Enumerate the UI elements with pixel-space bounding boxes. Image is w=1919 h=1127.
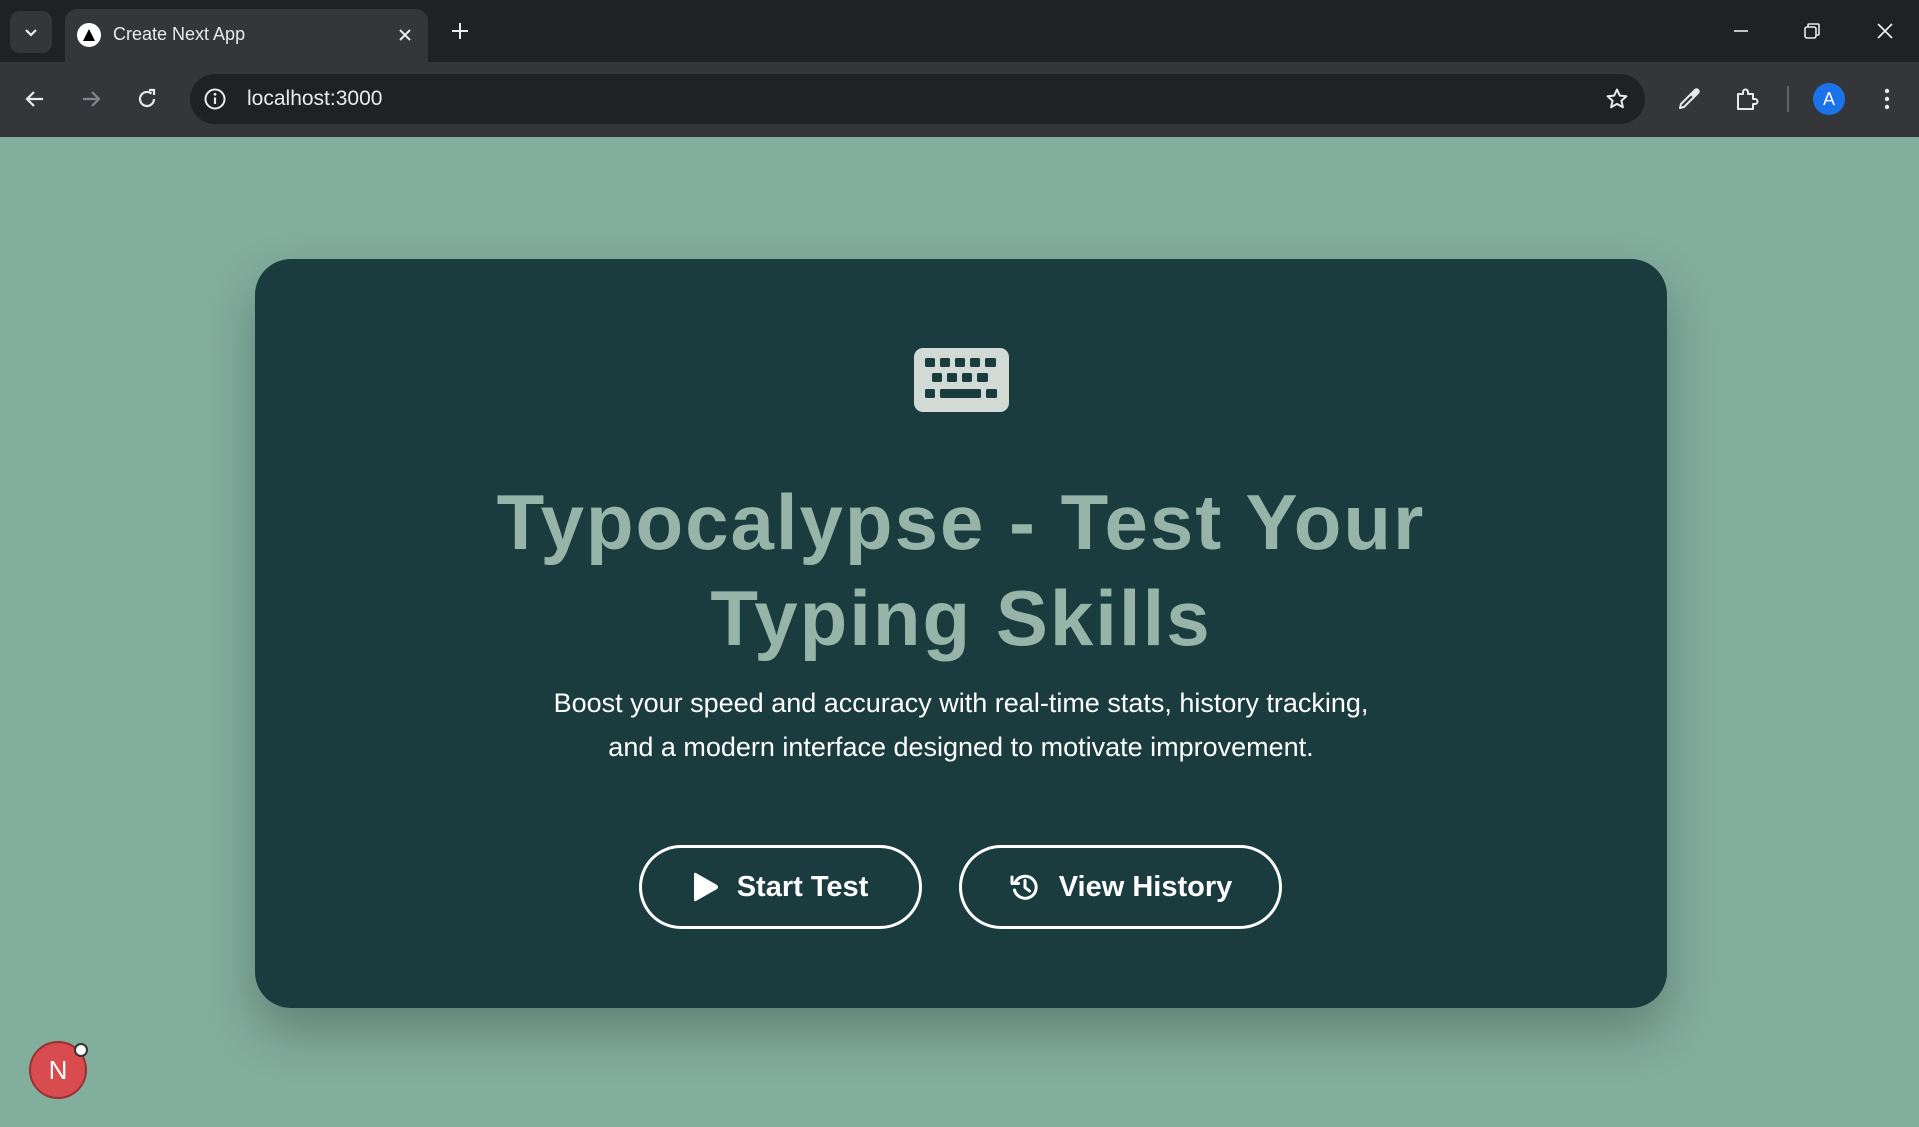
eyedropper-extension-icon[interactable]	[1671, 81, 1707, 117]
tab-search-button[interactable]	[10, 11, 52, 53]
hero-card: Typocalypse - Test Your Typing Skills Bo…	[255, 259, 1667, 1008]
page-subtitle-line-2: and a modern interface designed to motiv…	[608, 732, 1314, 762]
page-subtitle-line-1: Boost your speed and accuracy with real-…	[553, 688, 1369, 718]
tab-title: Create Next App	[113, 24, 246, 44]
browser-tab-strip: Create Next App	[0, 0, 1919, 62]
more-menu-icon[interactable]	[1869, 81, 1905, 117]
back-arrow-icon[interactable]	[17, 81, 53, 117]
view-history-button[interactable]: View History	[959, 845, 1282, 929]
close-tab-icon[interactable]	[392, 22, 418, 48]
chevron-down-icon	[25, 29, 37, 37]
history-icon	[1010, 874, 1038, 900]
url-text[interactable]: localhost:3000	[247, 87, 382, 111]
nextjs-favicon-icon	[77, 23, 101, 47]
view-history-label: View History	[1058, 870, 1233, 903]
nextjs-dev-indicator-dot	[74, 1043, 88, 1057]
profile-avatar[interactable]: A	[1813, 83, 1845, 115]
new-tab-icon[interactable]	[446, 17, 474, 45]
start-test-button[interactable]: Start Test	[639, 845, 922, 929]
browser-toolbar: localhost:3000 A	[0, 62, 1919, 137]
page-title: Typocalypse - Test Your Typing Skills	[335, 474, 1587, 666]
page-title-line-2: Typing Skills	[710, 574, 1212, 662]
minimize-icon[interactable]	[1721, 14, 1761, 48]
site-info-icon[interactable]	[202, 86, 228, 112]
browser-tab[interactable]: Create Next App	[65, 9, 428, 62]
extensions-puzzle-icon[interactable]	[1729, 81, 1765, 117]
keyboard-icon	[914, 348, 1009, 412]
reload-icon[interactable]	[129, 81, 165, 117]
forward-arrow-icon[interactable]	[73, 81, 109, 117]
play-icon	[693, 872, 718, 902]
restore-icon[interactable]	[1792, 14, 1832, 48]
close-window-icon[interactable]	[1865, 14, 1905, 48]
start-test-label: Start Test	[736, 870, 869, 903]
bookmark-star-icon[interactable]	[1603, 85, 1631, 113]
toolbar-separator	[1787, 86, 1789, 112]
page-title-line-1: Typocalypse - Test Your	[496, 478, 1426, 566]
address-bar[interactable]: localhost:3000	[190, 74, 1645, 124]
page-subtitle: Boost your speed and accuracy with real-…	[455, 681, 1467, 769]
